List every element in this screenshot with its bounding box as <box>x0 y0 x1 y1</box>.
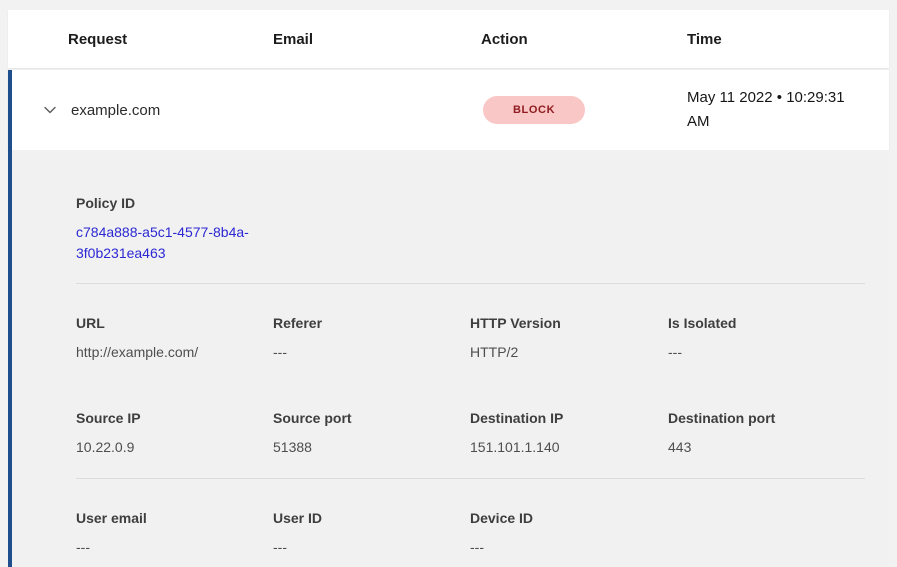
column-header-request: Request <box>68 31 273 48</box>
url-field: URL http://example.com/ <box>76 313 273 362</box>
status-badge: BLOCK <box>483 96 585 124</box>
field-label: URL <box>76 313 273 333</box>
is-isolated-field: Is Isolated --- <box>668 313 865 362</box>
field-label: Destination port <box>668 408 865 428</box>
field-value: http://example.com/ <box>76 342 273 362</box>
logs-table: Request Email Action Time example.com BL… <box>8 10 889 567</box>
field-value: --- <box>273 537 470 557</box>
column-header-time: Time <box>687 31 889 48</box>
field-label: Source IP <box>76 408 273 428</box>
field-label: Device ID <box>470 508 668 528</box>
time-value: May 11 2022 • 10:29:31 AM <box>687 86 869 134</box>
field-label: User email <box>76 508 273 528</box>
field-value: --- <box>273 342 470 362</box>
policy-id-link[interactable]: c784a888-a5c1-4577-8b4a-3f0b231ea463 <box>76 222 272 264</box>
action-cell: BLOCK <box>483 96 687 124</box>
field-value: HTTP/2 <box>470 342 668 362</box>
table-header: Request Email Action Time <box>8 10 889 68</box>
chevron-down-icon[interactable] <box>42 102 58 118</box>
field-label: Destination IP <box>470 408 668 428</box>
details-grid-row-3: User email --- User ID --- Device ID --- <box>76 508 865 557</box>
divider <box>76 478 865 479</box>
destination-port-field: Destination port 443 <box>668 408 865 457</box>
source-port-field: Source port 51388 <box>273 408 470 457</box>
divider <box>76 283 865 284</box>
source-ip-field: Source IP 10.22.0.9 <box>76 408 273 457</box>
field-value: --- <box>668 342 865 362</box>
details-grid-row-2: Source IP 10.22.0.9 Source port 51388 De… <box>76 408 865 457</box>
column-header-action: Action <box>481 31 687 48</box>
field-value: 151.101.1.140 <box>470 437 668 457</box>
field-label: Source port <box>273 408 470 428</box>
field-label: Referer <box>273 313 470 333</box>
field-value: 51388 <box>273 437 470 457</box>
column-header-email: Email <box>273 31 481 48</box>
request-value: example.com <box>71 102 160 119</box>
user-email-field: User email --- <box>76 508 273 557</box>
field-value: --- <box>76 537 273 557</box>
referer-field: Referer --- <box>273 313 470 362</box>
field-label: Is Isolated <box>668 313 865 333</box>
empty-cell <box>668 508 865 557</box>
field-value: 10.22.0.9 <box>76 437 273 457</box>
details-grid-row-1: URL http://example.com/ Referer --- HTTP… <box>76 313 865 362</box>
http-version-field: HTTP Version HTTP/2 <box>470 313 668 362</box>
table-row[interactable]: example.com BLOCK May 11 2022 • 10:29:31… <box>8 70 889 150</box>
field-label: HTTP Version <box>470 313 668 333</box>
policy-id-field: Policy ID c784a888-a5c1-4577-8b4a-3f0b23… <box>76 193 865 264</box>
request-cell: example.com <box>12 102 273 119</box>
field-label: Policy ID <box>76 193 865 213</box>
destination-ip-field: Destination IP 151.101.1.140 <box>470 408 668 457</box>
field-label: User ID <box>273 508 470 528</box>
field-value: --- <box>470 537 668 557</box>
row-details-panel: Policy ID c784a888-a5c1-4577-8b4a-3f0b23… <box>8 150 889 567</box>
user-id-field: User ID --- <box>273 508 470 557</box>
field-value: 443 <box>668 437 865 457</box>
device-id-field: Device ID --- <box>470 508 668 557</box>
